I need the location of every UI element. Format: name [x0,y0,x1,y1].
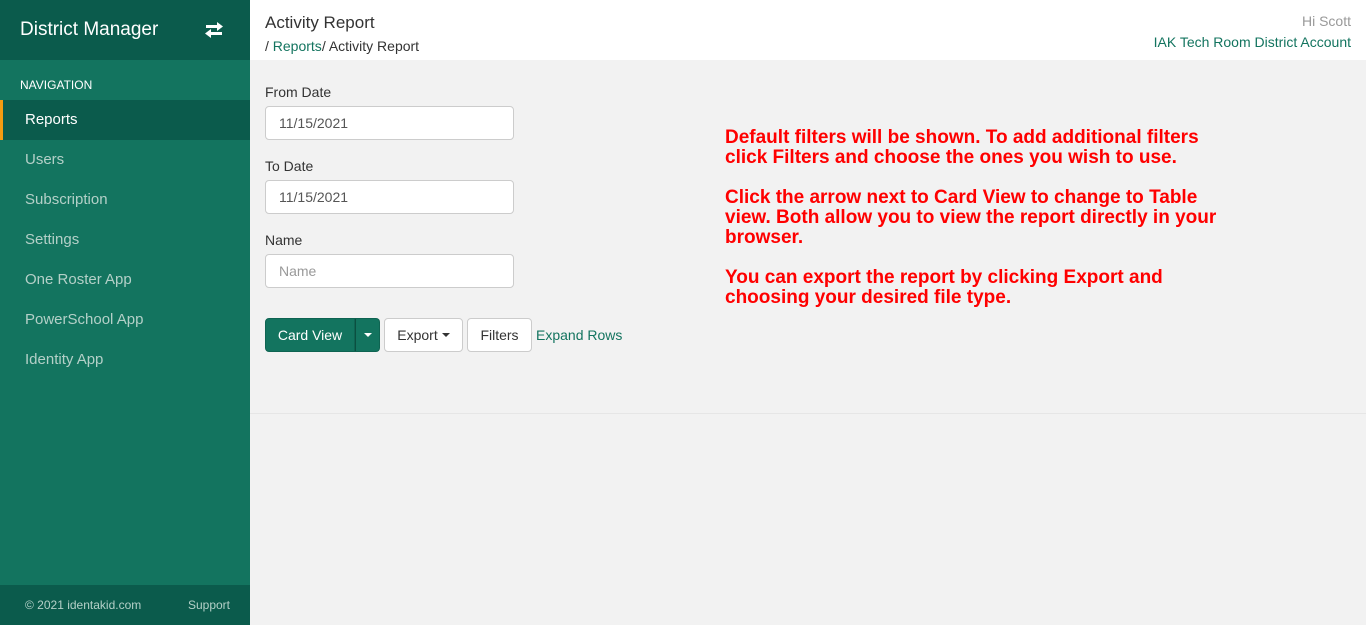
help-paragraph-export: You can export the report by clicking Ex… [725,267,1163,308]
swap-arrows-icon[interactable] [204,22,224,38]
from-date-input[interactable] [265,106,514,140]
export-button[interactable]: Export [384,318,463,352]
nav-heading: NAVIGATION [20,78,93,92]
help-instructions: Default filters will be shown. To add ad… [725,128,1245,328]
sidebar: District Manager NAVIGATION Reports User… [0,0,250,625]
user-greeting: Hi Scott [1301,13,1351,29]
sidebar-item-settings[interactable]: Settings [0,220,250,260]
caret-down-icon [363,333,372,337]
breadcrumb: / Reports/ Activity Report [265,38,419,54]
sidebar-item-subscription[interactable]: Subscription [0,180,250,220]
breadcrumb-separator: / [265,38,273,54]
sidebar-header: District Manager [0,0,250,60]
app-title: District Manager [20,19,159,40]
breadcrumb-reports-link[interactable]: Reports [273,38,322,54]
report-filters: From Date To Date Name Card View Export … [250,60,1366,414]
card-view-button[interactable]: Card View [265,318,355,352]
breadcrumb-current: / Activity Report [321,38,420,54]
district-account-link[interactable]: IAK Tech Room District Account [1154,34,1351,50]
to-date-label: To Date [265,158,314,174]
sidebar-footer: © 2021 identakid.com Support [0,585,250,625]
view-mode-button-group: Card View [265,318,380,352]
sidebar-item-reports[interactable]: Reports [0,100,250,140]
support-link[interactable]: Support [188,598,230,612]
copyright-text: © 2021 identakid.com [25,598,142,612]
sidebar-nav: Reports Users Subscription Settings One … [0,100,250,380]
from-date-label: From Date [265,84,332,100]
name-label: Name [265,232,303,248]
filters-button[interactable]: Filters [467,318,532,352]
expand-rows-link[interactable]: Expand Rows [536,327,622,343]
caret-down-icon [441,333,450,337]
top-header: Activity Report / Reports/ Activity Repo… [250,0,1366,60]
sidebar-item-powerschool-app[interactable]: PowerSchool App [0,300,250,340]
report-toolbar: Card View Export Filters Expand Rows [265,318,622,352]
sidebar-item-users[interactable]: Users [0,140,250,180]
page-title: Activity Report [265,13,375,32]
help-paragraph-view: Click the arrow next to Card View to cha… [725,187,1217,248]
to-date-input[interactable] [265,180,514,214]
sidebar-item-identity-app[interactable]: Identity App [0,340,250,380]
export-label: Export [397,327,438,343]
help-paragraph-filters: Default filters will be shown. To add ad… [725,127,1199,168]
view-mode-dropdown-toggle[interactable] [355,318,380,352]
name-input[interactable] [265,254,514,288]
sidebar-item-one-roster-app[interactable]: One Roster App [0,260,250,300]
